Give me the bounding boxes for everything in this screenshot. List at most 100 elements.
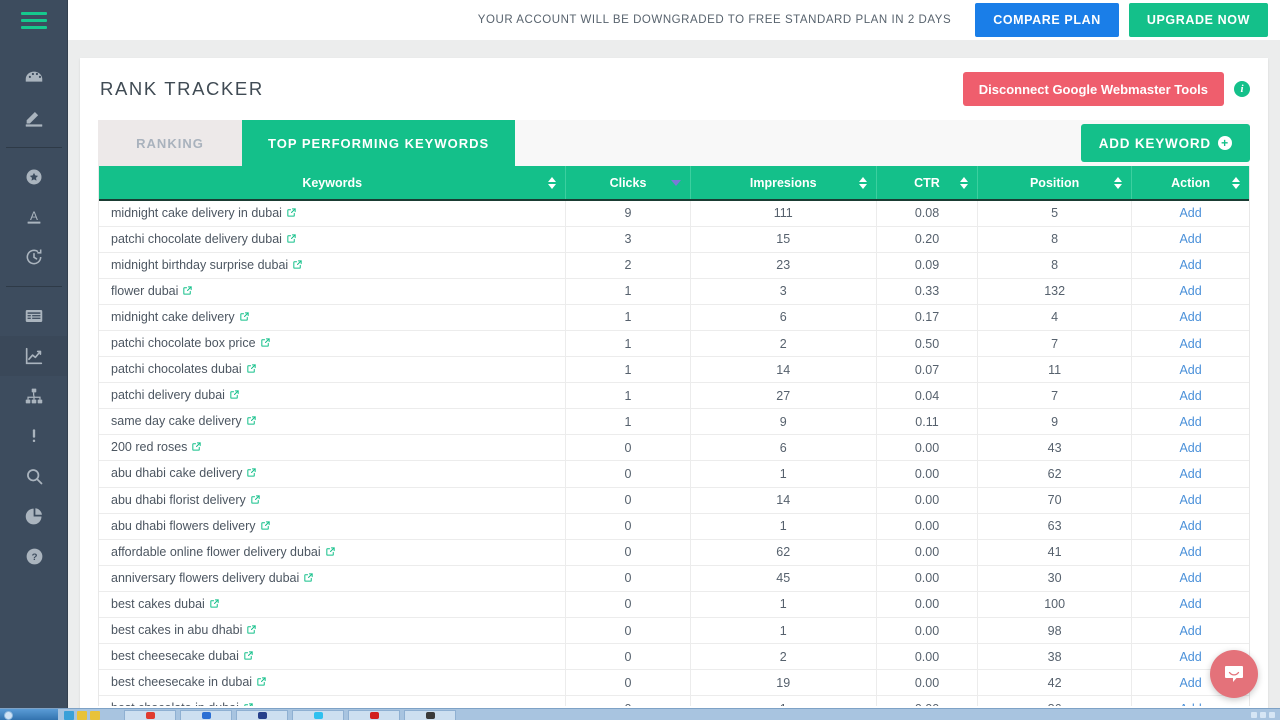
column-header-ctr[interactable]: CTR xyxy=(876,166,979,201)
column-header-impresions[interactable]: Impresions xyxy=(690,166,877,201)
cell-action: Add xyxy=(1131,408,1249,436)
sort-toggle-icon[interactable] xyxy=(960,176,969,189)
tray-icon xyxy=(1251,712,1257,718)
add-keyword-link[interactable]: Add xyxy=(1179,363,1201,377)
upgrade-now-button[interactable]: UPGRADE NOW xyxy=(1128,3,1268,37)
sort-toggle-icon[interactable] xyxy=(1114,176,1123,189)
table-body: midnight cake delivery in dubai 9 111 0.08 5… xyxy=(99,200,1249,706)
add-keyword-link[interactable]: Add xyxy=(1179,389,1201,403)
intercom-chat-button[interactable] xyxy=(1210,650,1258,698)
sort-toggle-icon[interactable] xyxy=(548,176,557,189)
external-link-icon[interactable] xyxy=(260,337,271,351)
quick-launch-icon[interactable] xyxy=(77,710,87,720)
compare-plan-button[interactable]: COMPARE PLAN xyxy=(975,3,1119,37)
add-keyword-link[interactable]: Add xyxy=(1179,284,1201,298)
column-header-keywords[interactable]: Keywords xyxy=(99,166,567,201)
add-keyword-link[interactable]: Add xyxy=(1179,337,1201,351)
column-header-position[interactable]: Position xyxy=(977,166,1133,201)
sidebar-item-rank-tracker[interactable] xyxy=(0,336,68,376)
external-link-icon[interactable] xyxy=(246,624,257,638)
add-keyword-link[interactable]: Add xyxy=(1179,467,1201,481)
taskbar-window-button[interactable] xyxy=(236,709,288,720)
system-tray[interactable] xyxy=(1251,709,1280,720)
add-keyword-link[interactable]: Add xyxy=(1179,571,1201,585)
add-keyword-link[interactable]: Add xyxy=(1179,415,1201,429)
disconnect-google-webmaster-tools-button[interactable]: Disconnect Google Webmaster Tools xyxy=(962,72,1224,106)
sidebar-item-history[interactable] xyxy=(0,237,68,277)
external-link-icon[interactable] xyxy=(246,467,257,481)
add-keyword-link[interactable]: Add xyxy=(1179,650,1201,664)
add-keyword-link[interactable]: Add xyxy=(1179,441,1201,455)
external-link-icon[interactable] xyxy=(243,650,254,664)
external-link-icon[interactable] xyxy=(246,363,257,377)
add-keyword-link[interactable]: Add xyxy=(1179,206,1201,220)
add-keyword-link[interactable]: Add xyxy=(1179,545,1201,559)
external-link-icon[interactable] xyxy=(256,676,267,690)
keywords-table-scroll[interactable]: Keywords Clicks Impresions CTR Position Actio… xyxy=(98,166,1250,706)
column-header-label: Keywords xyxy=(302,175,363,190)
cell-action: Add xyxy=(1131,200,1249,227)
sidebar-item-help[interactable]: ? xyxy=(0,536,68,576)
sidebar-item-reports[interactable] xyxy=(0,296,68,336)
sidebar-item-dashboard[interactable] xyxy=(0,58,68,98)
sort-toggle-icon[interactable] xyxy=(858,176,867,189)
start-button[interactable] xyxy=(0,709,58,720)
sidebar-item-typography[interactable]: A xyxy=(0,197,68,237)
taskbar-window-button[interactable] xyxy=(180,709,232,720)
column-header-label: Impresions xyxy=(749,175,817,190)
taskbar-window-button[interactable] xyxy=(404,709,456,720)
external-link-icon[interactable] xyxy=(182,285,193,299)
add-keyword-link[interactable]: Add xyxy=(1179,676,1201,690)
info-icon[interactable]: i xyxy=(1234,81,1250,97)
external-link-icon[interactable] xyxy=(325,546,336,560)
sidebar-item-search[interactable] xyxy=(0,456,68,496)
external-link-icon[interactable] xyxy=(209,598,220,612)
add-keyword-link[interactable]: Add xyxy=(1179,702,1201,706)
external-link-icon[interactable] xyxy=(292,259,303,273)
taskbar-window-button[interactable] xyxy=(124,709,176,720)
external-link-icon[interactable] xyxy=(250,494,261,508)
add-keyword-link[interactable]: Add xyxy=(1179,310,1201,324)
column-header-action[interactable]: Action xyxy=(1131,166,1249,201)
external-link-icon[interactable] xyxy=(246,415,257,429)
sidebar-item-analytics[interactable] xyxy=(0,496,68,536)
cell-position: 8 xyxy=(977,252,1133,279)
question-circle-icon: ? xyxy=(26,548,42,564)
external-link-icon[interactable] xyxy=(239,311,250,325)
external-link-icon[interactable] xyxy=(260,520,271,534)
left-sidebar: A ? xyxy=(0,0,68,720)
external-link-icon[interactable] xyxy=(286,207,297,221)
cell-position: 42 xyxy=(977,669,1133,697)
tab-ranking[interactable]: RANKING xyxy=(98,120,242,166)
windows-taskbar[interactable] xyxy=(0,708,1280,720)
quick-launch-icon[interactable] xyxy=(90,710,100,720)
tab-top-performing-keywords[interactable]: TOP PERFORMING KEYWORDS xyxy=(242,120,516,166)
keyword-text: abu dhabi flowers delivery xyxy=(111,518,256,533)
external-link-icon[interactable] xyxy=(191,441,202,455)
add-keyword-link[interactable]: Add xyxy=(1179,624,1201,638)
taskbar-window-button[interactable] xyxy=(348,709,400,720)
add-keyword-button[interactable]: ADD KEYWORD + xyxy=(1080,124,1250,162)
svg-text:?: ? xyxy=(31,552,37,563)
keyword-text: affordable online flower delivery dubai xyxy=(111,544,321,559)
sort-descending-active-icon[interactable] xyxy=(670,179,681,186)
sidebar-item-content-editor[interactable] xyxy=(0,98,68,138)
external-link-icon[interactable] xyxy=(286,233,297,247)
external-link-icon[interactable] xyxy=(243,702,254,706)
sidebar-item-site-structure[interactable] xyxy=(0,376,68,416)
hamburger-menu-icon[interactable] xyxy=(0,0,68,40)
external-link-icon[interactable] xyxy=(303,572,314,586)
add-keyword-link[interactable]: Add xyxy=(1179,519,1201,533)
add-keyword-link[interactable]: Add xyxy=(1179,597,1201,611)
column-header-clicks[interactable]: Clicks xyxy=(565,166,691,201)
keyword-text: patchi chocolates dubai xyxy=(111,362,242,377)
sidebar-item-alerts[interactable] xyxy=(0,416,68,456)
add-keyword-link[interactable]: Add xyxy=(1179,258,1201,272)
sort-toggle-icon[interactable] xyxy=(1232,176,1240,189)
add-keyword-link[interactable]: Add xyxy=(1179,493,1201,507)
external-link-icon[interactable] xyxy=(229,389,240,403)
quick-launch-icon[interactable] xyxy=(64,710,74,720)
taskbar-window-button[interactable] xyxy=(292,709,344,720)
add-keyword-link[interactable]: Add xyxy=(1179,232,1201,246)
sidebar-item-favorites[interactable] xyxy=(0,157,68,197)
